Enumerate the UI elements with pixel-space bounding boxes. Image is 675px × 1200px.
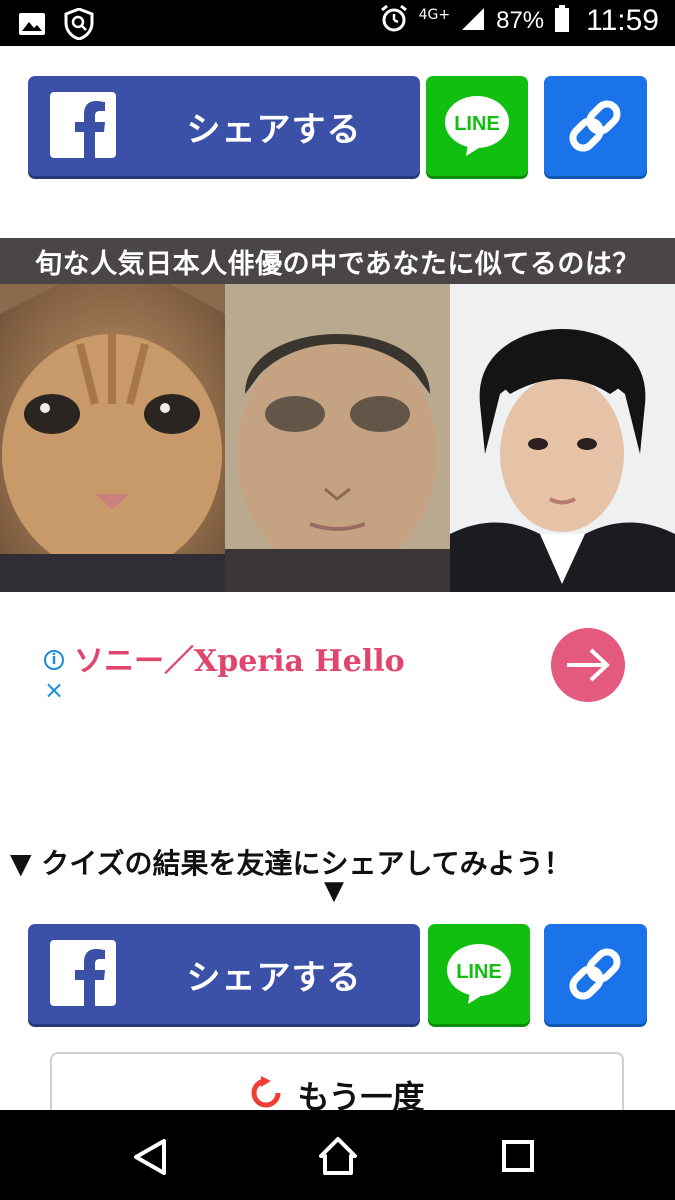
clock: 11:59 bbox=[586, 4, 659, 37]
line-share-button[interactable]: LINE bbox=[426, 76, 528, 176]
share-prompt: ▼ クイズの結果を友達にシェアしてみよう！ bbox=[10, 847, 572, 880]
svg-text:LINE: LINE bbox=[456, 961, 502, 983]
cat-photo bbox=[0, 284, 225, 592]
arrow-right-icon bbox=[567, 648, 610, 682]
back-icon[interactable] bbox=[132, 1138, 168, 1180]
signal-icon bbox=[460, 6, 486, 36]
ad-arrow-button[interactable] bbox=[551, 628, 625, 702]
actor-photo bbox=[450, 284, 675, 592]
ad-banner[interactable]: i × ソニー／Xperia Hello bbox=[40, 614, 640, 704]
navigation-bar bbox=[0, 1110, 675, 1200]
home-icon[interactable] bbox=[318, 1136, 358, 1180]
refresh-icon bbox=[249, 1076, 283, 1114]
link-icon bbox=[569, 948, 621, 1000]
network-type: 4G+ bbox=[418, 7, 451, 23]
ad-text[interactable]: ソニー／Xperia Hello bbox=[74, 636, 405, 680]
link-icon bbox=[569, 100, 621, 152]
line-icon: LINE bbox=[445, 96, 509, 156]
status-bar: 4G+ 87% 11:59 bbox=[0, 0, 675, 46]
ad-close-icon[interactable]: × bbox=[44, 678, 64, 702]
recents-icon[interactable] bbox=[502, 1140, 534, 1176]
battery-icon bbox=[554, 5, 570, 37]
line-icon: LINE bbox=[447, 944, 511, 1004]
ad-info-icon[interactable]: i bbox=[44, 650, 64, 670]
quiz-title: 旬な人気日本人俳優の中であなたに似てるのは？ bbox=[0, 238, 675, 284]
battery-percent: 87% bbox=[496, 7, 545, 34]
result-photos bbox=[0, 284, 675, 592]
image-icon bbox=[18, 12, 46, 40]
facebook-icon bbox=[50, 940, 116, 1006]
copy-link-button[interactable] bbox=[544, 76, 647, 176]
line-share-button[interactable]: LINE bbox=[428, 924, 530, 1024]
svg-text:LINE: LINE bbox=[454, 113, 500, 135]
share-prompt-arrow: ▼ bbox=[324, 876, 344, 906]
facebook-share-label: シェアする bbox=[186, 109, 362, 150]
shield-search-icon bbox=[64, 7, 94, 44]
alarm-icon bbox=[379, 4, 409, 38]
facebook-share-button[interactable]: シェアする bbox=[28, 924, 420, 1024]
facebook-share-label: シェアする bbox=[186, 957, 362, 998]
facebook-icon bbox=[50, 92, 116, 158]
share-row-top: シェアする LINE bbox=[28, 76, 648, 176]
facebook-share-button[interactable]: シェアする bbox=[28, 76, 420, 176]
morphed-face-photo bbox=[225, 284, 450, 592]
share-row-bottom: シェアする LINE bbox=[28, 924, 648, 1024]
copy-link-button[interactable] bbox=[544, 924, 647, 1024]
